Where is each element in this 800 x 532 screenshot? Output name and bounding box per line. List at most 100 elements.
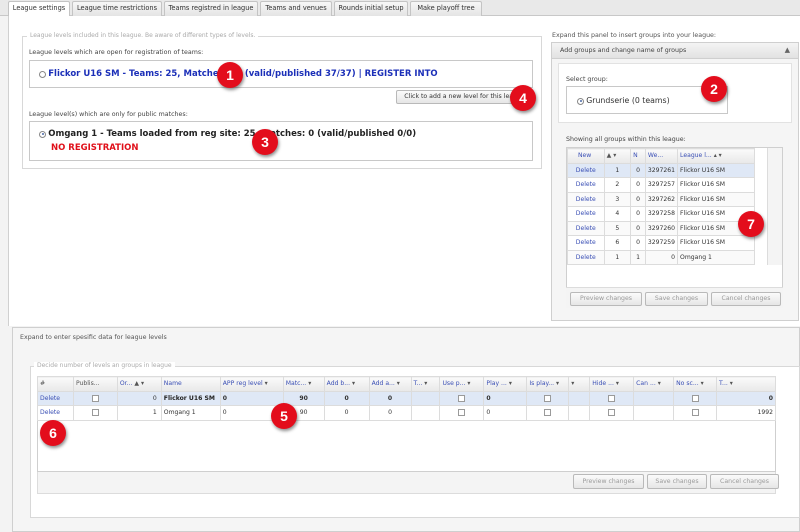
sort-asc-icon[interactable]: ▲ ▾ [134,380,144,387]
filter-icon[interactable]: ▾ [308,380,311,387]
col-hide[interactable]: Hide ... ▾ [589,376,635,392]
col-name[interactable]: Name [160,376,221,392]
tab-make-playoff-tree[interactable]: Make playoff tree [410,1,482,16]
col-league[interactable]: League l... ▴ ▾ [677,148,755,164]
groups-preview-button[interactable]: Preview changes [570,292,642,306]
tab-rounds-initial-setup[interactable]: Rounds initial setup [334,1,408,16]
filter-icon[interactable]: ▾ [571,380,574,387]
filter-icon[interactable]: ▾ [509,380,512,387]
checkbox[interactable] [608,394,616,402]
radio-checked-icon[interactable] [577,97,584,105]
delete-link[interactable]: Delete [567,220,605,236]
col-order[interactable]: Or... ▲ ▾ [116,376,162,392]
checkbox[interactable] [458,409,466,416]
col-can[interactable]: Can ... ▾ [633,376,675,392]
group-select-item[interactable]: Grundserie (0 teams) [577,96,670,105]
public-level-item[interactable]: Omgang 1 - Teams loaded from reg site: 2… [39,129,416,139]
col-play[interactable]: Play ... ▾ [483,376,528,392]
public-level-text[interactable]: Omgang 1 - Teams loaded from reg site: 2… [48,129,416,139]
checkbox[interactable] [691,409,699,416]
table-row[interactable]: Delete 3 0 3297262 Flickor U16 SM [567,191,755,207]
col-t[interactable]: T... ▾ [410,376,441,392]
table-row[interactable]: Delete 1 0 3297261 Flickor U16 SM [567,162,755,178]
sort-asc-icon[interactable]: ▲ ▾ [607,152,617,159]
col-publish[interactable]: Publis... [72,376,118,392]
col-we[interactable]: We... [644,148,679,164]
col-order[interactable]: ▲ ▾ [603,148,632,164]
publish-cell[interactable] [72,405,118,421]
filter-icon[interactable]: ▾ [616,380,619,387]
table-row[interactable]: Delete 6 0 3297259 Flickor U16 SM [567,235,755,251]
tab-teams-registred[interactable]: Teams registred in league [164,1,258,16]
col-matches[interactable]: Matc... ▾ [282,376,325,392]
radio-checked-icon[interactable] [39,130,46,138]
col-app-reg-level[interactable]: APP reg level ▾ [219,376,284,392]
col-add-a[interactable]: Add a... ▾ [368,376,412,392]
col-n[interactable]: N [630,148,646,164]
col-new[interactable]: New [567,148,605,164]
groups-scrollbar[interactable] [767,148,782,265]
sort-icon[interactable]: ▴ ▾ [714,152,722,159]
hide-cell[interactable] [589,405,635,421]
filter-icon[interactable]: ▾ [397,380,400,387]
groups-save-button[interactable]: Save changes [645,292,708,306]
hide-cell[interactable] [589,390,635,406]
no-sc-cell[interactable] [673,390,718,406]
groups-cancel-button[interactable]: Cancel changes [711,292,781,306]
use-p-cell[interactable] [439,390,485,406]
tab-league-settings[interactable]: League settings [8,1,70,17]
delete-link[interactable]: Delete [567,177,605,193]
table-row[interactable]: Delete 5 0 3297260 Flickor U16 SM [567,220,755,236]
collapse-icon[interactable]: ▲ [785,46,790,54]
no-sc-cell[interactable] [673,405,718,421]
levels-save-button[interactable]: Save changes [647,474,707,489]
checkbox[interactable] [691,394,699,402]
publish-cell[interactable] [72,390,118,406]
tab-teams-and-venues[interactable]: Teams and venues [260,1,332,16]
table-row[interactable]: Delete 2 0 3297257 Flickor U16 SM [567,177,755,193]
is-play-cell[interactable] [526,390,570,406]
is-play-cell[interactable] [526,405,570,421]
filter-icon[interactable]: ▾ [658,380,661,387]
delete-link[interactable]: Delete [567,162,605,178]
table-row[interactable]: Delete 1 1 0 Omgang 1 [567,249,755,265]
tab-league-time-restrictions[interactable]: League time restrictions [72,1,162,16]
col-hash[interactable]: # [37,376,74,392]
delete-link[interactable]: Delete [37,405,74,421]
filter-icon[interactable]: ▾ [424,380,427,387]
col-no-sc[interactable]: No sc... ▾ [673,376,718,392]
use-p-cell[interactable] [439,405,485,421]
table-row[interactable]: Delete 4 0 3297258 Flickor U16 SM [567,206,755,222]
levels-cancel-button[interactable]: Cancel changes [710,474,779,489]
table-row[interactable]: Delete 1 Omgang 1 0 90 0 0 0 1992 [37,405,776,421]
t-cell [410,405,441,421]
checkbox[interactable] [544,394,552,402]
delete-link[interactable]: Delete [37,390,74,406]
delete-link[interactable]: Delete [567,206,605,222]
filter-icon[interactable]: ▾ [265,380,268,387]
delete-link[interactable]: Delete [567,235,605,251]
col-is-play[interactable]: Is play... ▾ [526,376,570,392]
col-use-p[interactable]: Use p... ▾ [439,376,485,392]
filter-icon[interactable]: ▾ [467,380,470,387]
radio-icon[interactable] [39,70,46,78]
col-t-last[interactable]: T... ▾ [716,376,776,392]
checkbox[interactable] [91,409,99,416]
checkbox[interactable] [544,409,552,416]
filter-icon[interactable]: ▾ [701,380,704,387]
checkbox[interactable] [458,394,466,402]
checkbox[interactable] [91,394,99,402]
delete-link[interactable]: Delete [567,191,605,207]
checkbox[interactable] [608,409,616,416]
filter-icon[interactable]: ▾ [730,380,733,387]
col-add-b[interactable]: Add b... ▾ [323,376,370,392]
table-row[interactable]: Delete 0 Flickor U16 SM 0 90 0 0 0 0 [37,390,776,406]
filter-icon[interactable]: ▾ [556,380,559,387]
col-blank[interactable]: ▾ [568,376,591,392]
filter-icon[interactable]: ▾ [352,380,355,387]
levels-preview-button[interactable]: Preview changes [573,474,644,489]
selected-group-text[interactable]: Grundserie (0 teams) [586,96,669,105]
delete-link[interactable]: Delete [567,249,605,265]
groups-panel-header[interactable]: Add groups and change name of groups ▲ [551,42,799,59]
level-data-expand-label[interactable]: Expand to enter spesific data for league… [20,334,167,341]
